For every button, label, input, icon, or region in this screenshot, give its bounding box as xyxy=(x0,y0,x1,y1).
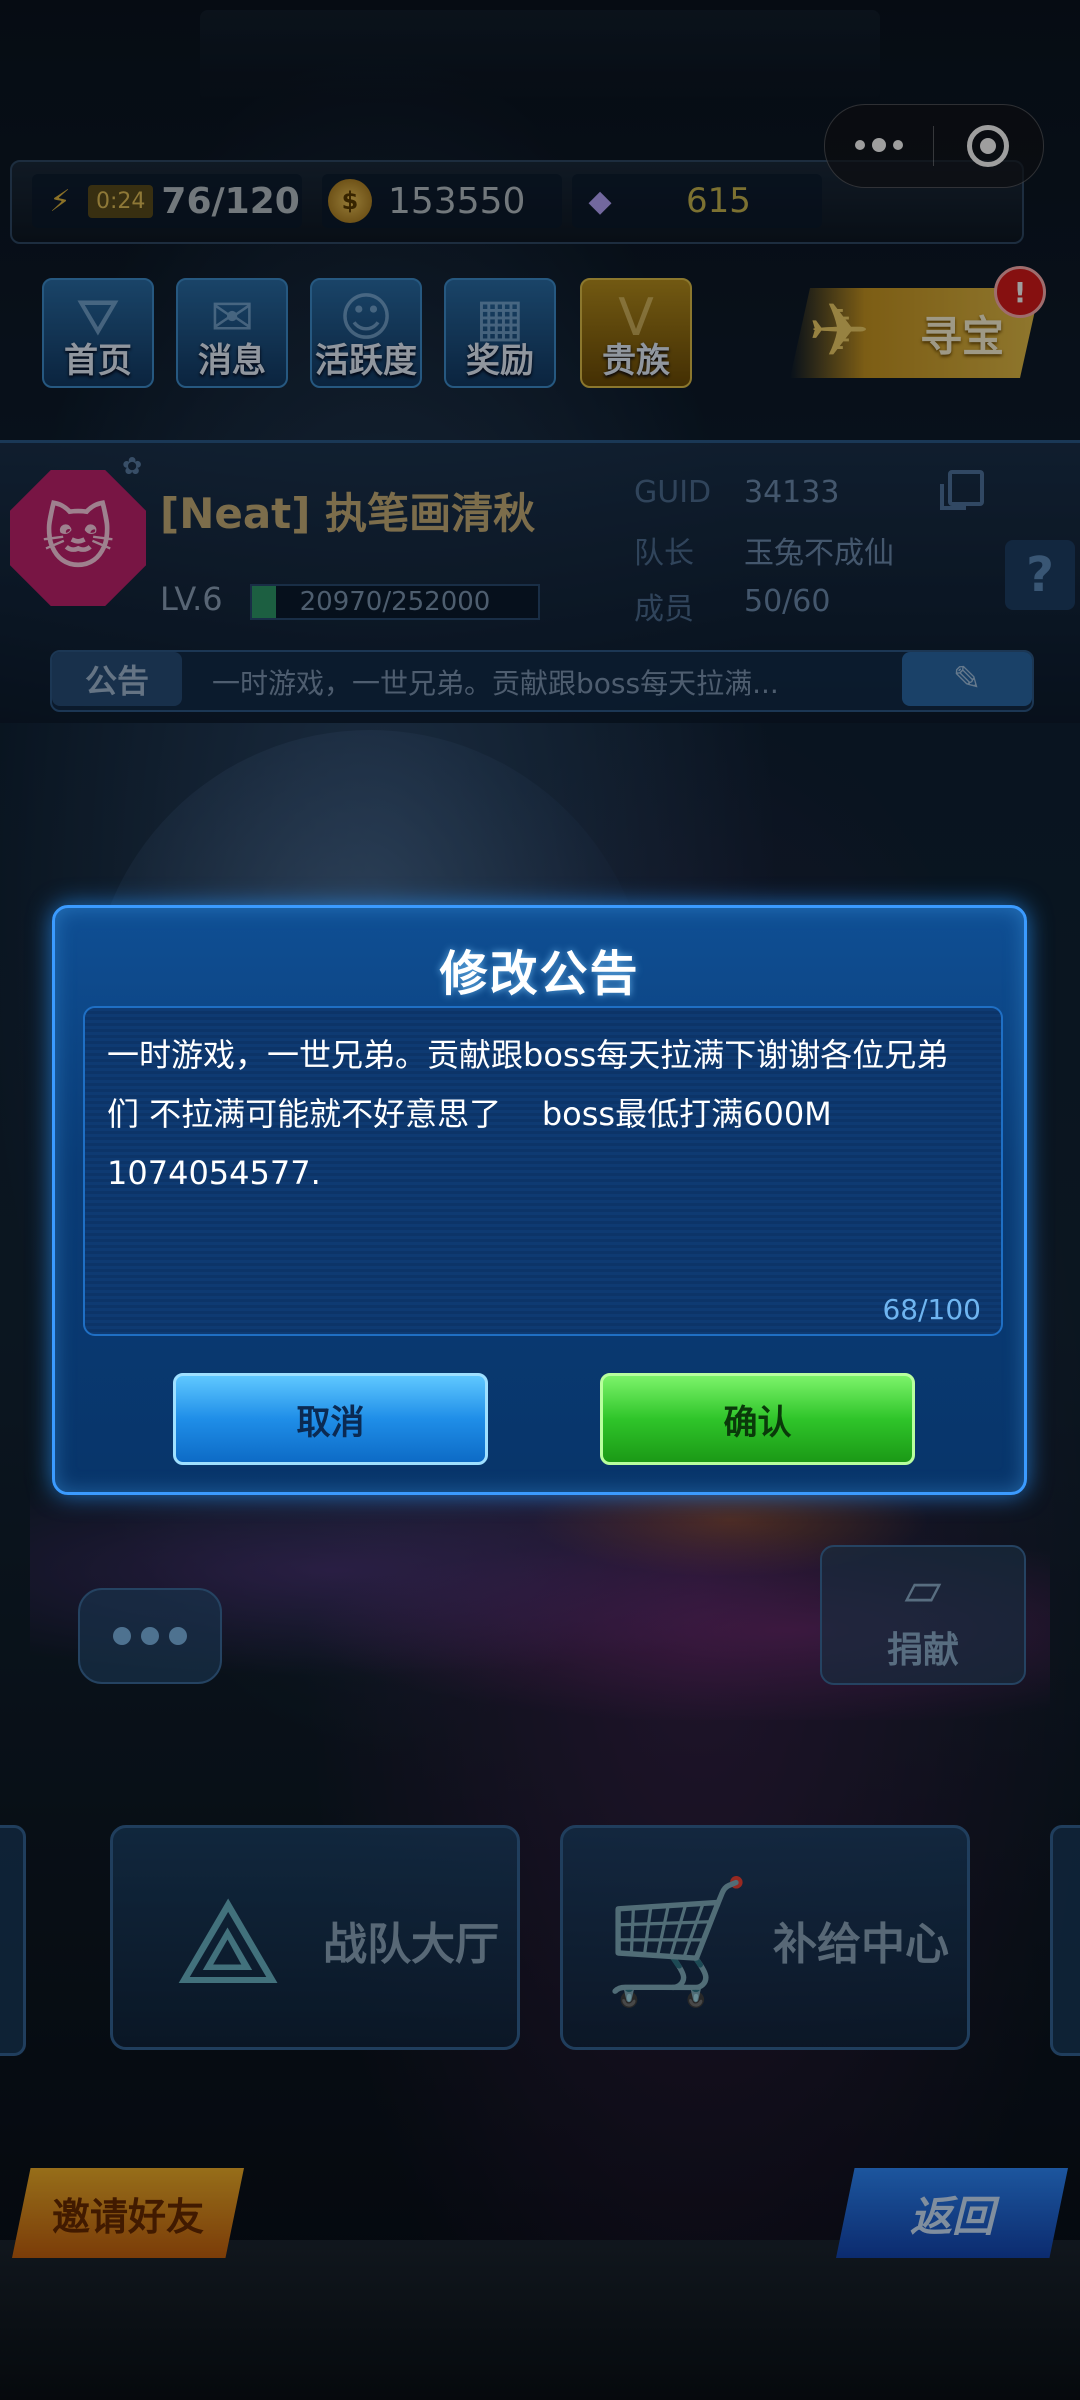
cancel-button[interactable]: 取消 xyxy=(173,1373,488,1465)
confirm-button[interactable]: 确认 xyxy=(600,1373,915,1465)
dialog-title: 修改公告 xyxy=(439,946,640,1002)
edit-notice-dialog: 修改公告 一时游戏，一世兄弟。贡献跟boss每天拉满下谢谢各位兄弟们 不拉满可能… xyxy=(52,905,1027,1495)
char-count: 68/100 xyxy=(882,1293,981,1326)
notice-textarea-text: 一时游戏，一世兄弟。贡献跟boss每天拉满下谢谢各位兄弟们 不拉满可能就不好意思… xyxy=(107,1036,949,1192)
notice-textarea[interactable]: 一时游戏，一世兄弟。贡献跟boss每天拉满下谢谢各位兄弟们 不拉满可能就不好意思… xyxy=(83,1006,1003,1336)
